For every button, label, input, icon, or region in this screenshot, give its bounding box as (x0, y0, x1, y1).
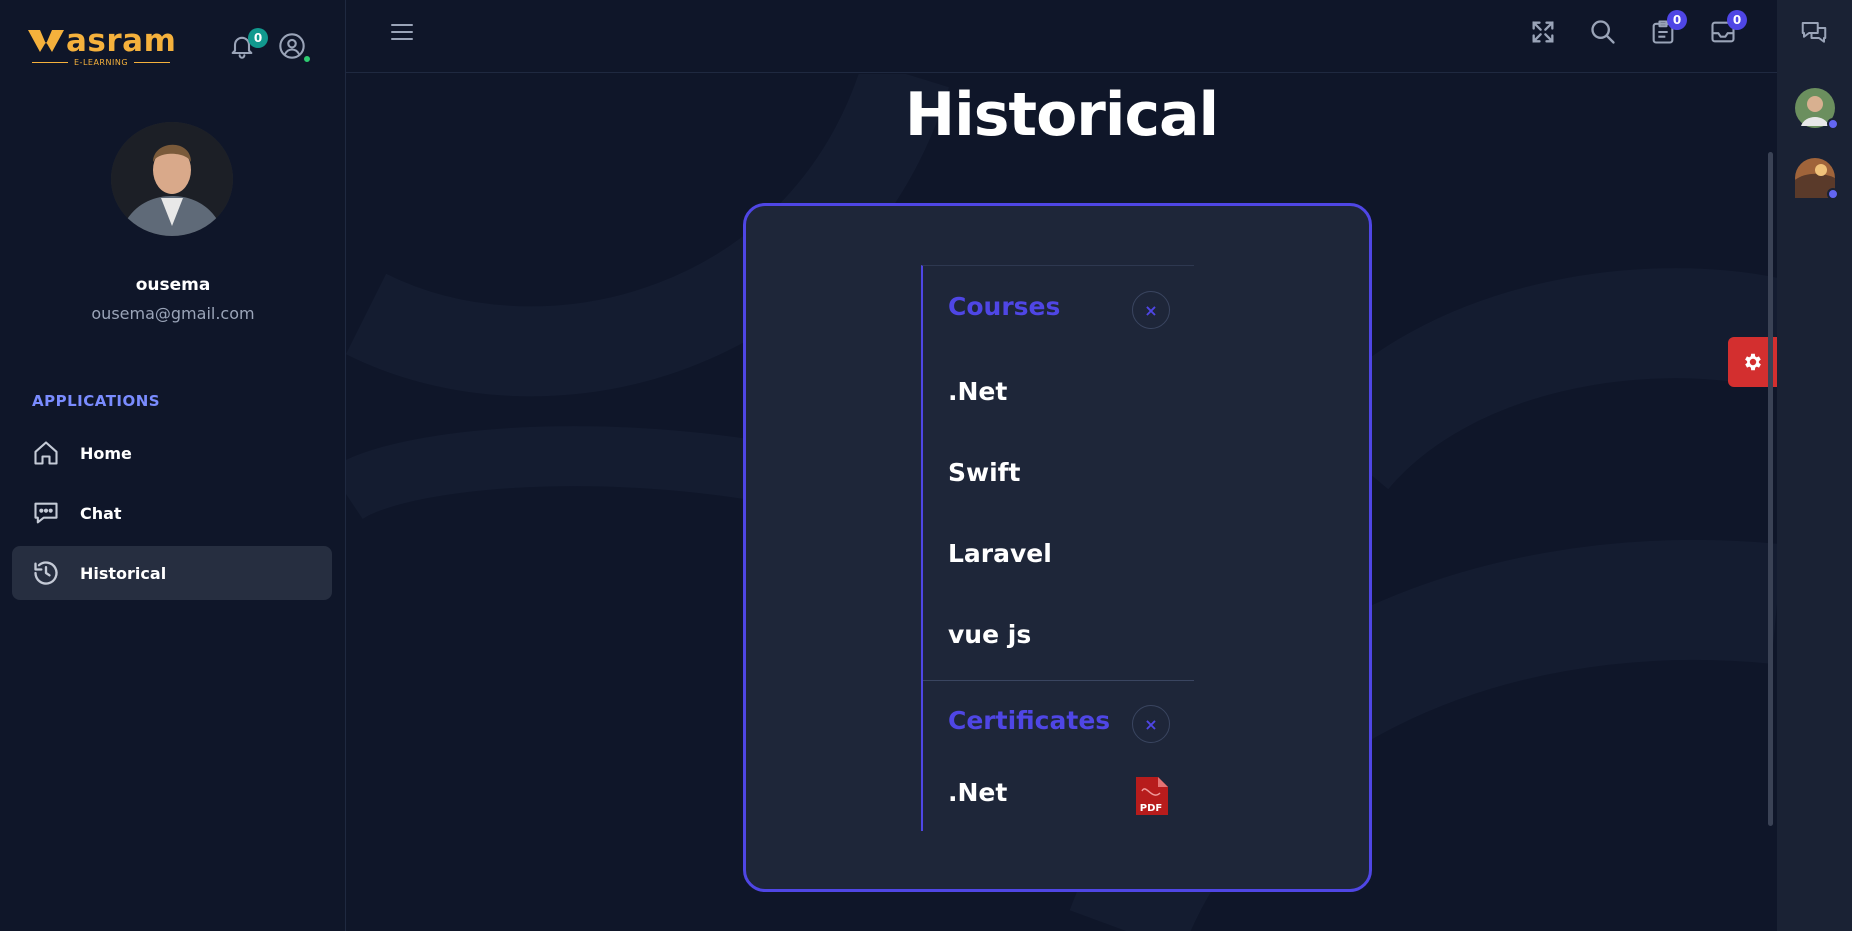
section-divider (923, 680, 1194, 681)
sidebar-item-label: Chat (80, 503, 122, 523)
course-item[interactable]: Swift (948, 458, 1021, 487)
sidebar-item-home[interactable]: Home (12, 426, 332, 480)
close-icon: × (1144, 300, 1158, 320)
sidebar-item-label: Historical (80, 563, 167, 583)
contact-status-dot (1827, 118, 1839, 130)
notifications-button[interactable]: 0 (228, 28, 268, 60)
avatar[interactable] (111, 122, 233, 236)
inbox-badge: 0 (1727, 10, 1747, 30)
certificate-item[interactable]: .Net (948, 778, 1007, 807)
search-button[interactable] (1589, 18, 1617, 46)
courses-close-button[interactable]: × (1132, 291, 1170, 329)
sidebar-item-label: Home (80, 443, 132, 463)
contact-avatar[interactable] (1795, 88, 1839, 130)
chat-bubbles-icon (1801, 22, 1827, 43)
right-rail (1777, 0, 1852, 931)
profile-name: ousema (135, 275, 211, 295)
menu-toggle-button[interactable] (390, 22, 414, 42)
certificates-title: Certificates (948, 706, 1111, 735)
page-title: Historical (904, 80, 1219, 150)
history-icon (34, 561, 58, 585)
course-item[interactable]: .Net (948, 377, 1007, 406)
clipboard-badge: 0 (1667, 10, 1687, 30)
fullscreen-button[interactable] (1529, 18, 1557, 46)
brand-subtitle: E-LEARNING (74, 58, 129, 67)
inbox-button[interactable]: 0 (1709, 10, 1747, 46)
avatar-image (111, 122, 233, 236)
brand-logo[interactable]: asram E-LEARNING (28, 26, 176, 67)
course-item[interactable]: vue js (948, 620, 1031, 649)
notifications-badge: 0 (248, 28, 268, 48)
sidebar: asram E-LEARNING 0 ousema ousema@gmail.c… (0, 0, 346, 931)
contact-avatar[interactable] (1795, 158, 1839, 200)
close-icon: × (1144, 714, 1158, 734)
top-header: 0 0 (346, 0, 1777, 73)
search-icon (1591, 20, 1615, 44)
history-panel: Courses × .Net Swift Laravel vue js Cert… (921, 265, 1194, 831)
gear-icon (1744, 353, 1761, 371)
menu-icon (391, 24, 413, 40)
certificates-close-button[interactable]: × (1132, 705, 1170, 743)
online-status-dot (302, 54, 312, 64)
contact-status-dot (1827, 188, 1839, 200)
home-icon (34, 441, 58, 465)
brand-name: asram (66, 23, 177, 59)
clipboard-button[interactable]: 0 (1649, 10, 1687, 46)
pdf-label: PDF (1140, 803, 1162, 814)
courses-title: Courses (948, 292, 1061, 321)
section-label: APPLICATIONS (32, 392, 161, 410)
pdf-icon[interactable]: PDF (1134, 777, 1168, 815)
brand-w-icon (28, 30, 64, 52)
user-menu-button[interactable] (278, 32, 312, 64)
chat-icon (34, 502, 58, 524)
chat-panel-button[interactable] (1799, 18, 1829, 48)
sidebar-item-historical[interactable]: Historical (12, 546, 332, 600)
fullscreen-icon (1532, 21, 1554, 43)
course-item[interactable]: Laravel (948, 539, 1052, 568)
main-scrollbar[interactable] (1768, 152, 1773, 826)
sidebar-item-chat[interactable]: Chat (12, 486, 332, 540)
profile-email: ousema@gmail.com (91, 304, 255, 323)
